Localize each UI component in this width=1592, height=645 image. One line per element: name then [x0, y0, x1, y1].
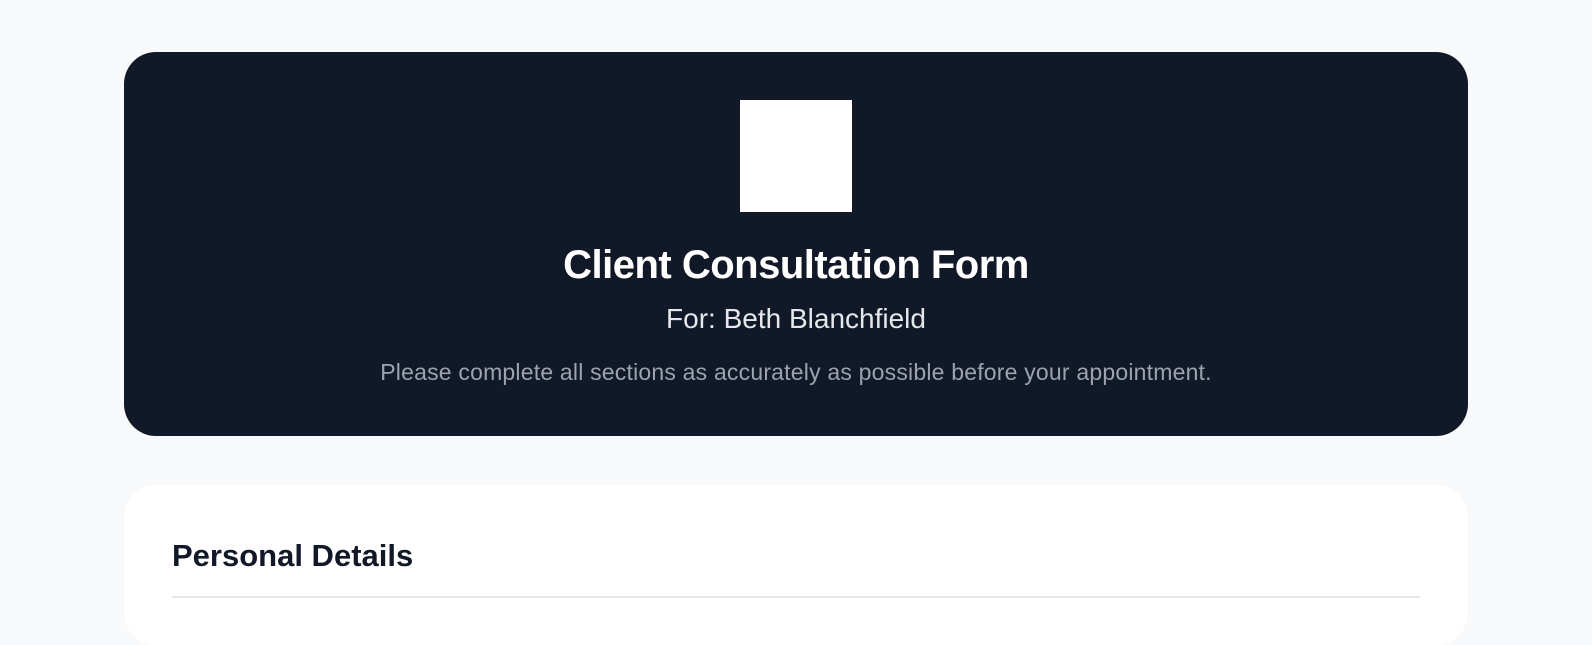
section-title-personal-details: Personal Details [172, 538, 414, 573]
form-header: Client Consultation Form For: Beth Blanc… [124, 52, 1468, 436]
page-title: Client Consultation Form [563, 243, 1029, 287]
logo-placeholder-icon [740, 100, 852, 212]
section-divider [172, 596, 1420, 598]
personal-details-section: Personal Details [124, 485, 1468, 645]
client-name: For: Beth Blanchfield [666, 303, 926, 334]
form-instructions: Please complete all sections as accurate… [380, 359, 1212, 385]
